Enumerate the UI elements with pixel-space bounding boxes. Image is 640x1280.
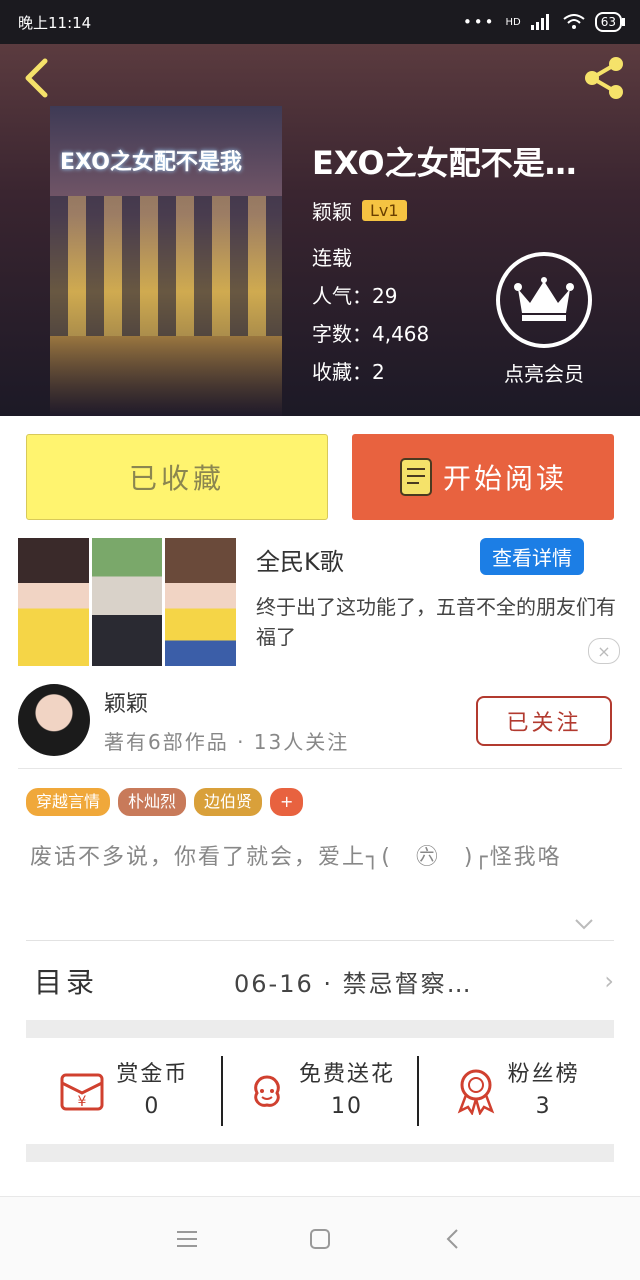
book-icon bbox=[399, 458, 432, 496]
collected-button[interactable]: 已收藏 bbox=[26, 434, 328, 520]
fan-ranking-text: 粉丝榜 3 bbox=[508, 1059, 580, 1123]
tag-list: 穿越言情 朴灿烈 边伯贤 + bbox=[26, 788, 304, 816]
share-button[interactable] bbox=[580, 54, 628, 102]
expand-intro-button[interactable] bbox=[572, 912, 596, 936]
nav-menu-button[interactable] bbox=[167, 1219, 207, 1259]
vip-button[interactable]: 点亮会员 bbox=[492, 252, 596, 387]
word-count: 字数：4,468 bbox=[312, 322, 430, 346]
popularity-count: 人气：29 bbox=[312, 284, 398, 308]
free-flower-button[interactable]: 免费送花 10 bbox=[220, 1056, 418, 1126]
svg-text:¥: ¥ bbox=[78, 1094, 87, 1110]
system-nav-bar bbox=[0, 1196, 640, 1280]
back-arrow-icon bbox=[446, 1228, 459, 1249]
ad-banner[interactable]: 全民K歌 查看详情 终于出了这功能了，五音不全的朋友们有福了 × bbox=[0, 534, 640, 674]
network-label: HD bbox=[505, 16, 521, 28]
favorites-count: 收藏：2 bbox=[312, 360, 385, 384]
table-of-contents-row[interactable]: 目录 06-16 · 禁忌督察… › bbox=[26, 942, 614, 1020]
reward-coins-value: 0 bbox=[144, 1094, 161, 1119]
collected-label: 已收藏 bbox=[128, 462, 225, 495]
latest-chapter: 06-16 · 禁忌督察… bbox=[234, 969, 473, 998]
author-card-stats: 著有6部作品 · 13人关注 bbox=[104, 730, 350, 754]
author-card-name: 颖颖 bbox=[104, 692, 149, 717]
ad-close-button[interactable]: × bbox=[588, 638, 620, 664]
ad-detail-button[interactable]: 查看详情 bbox=[480, 538, 584, 575]
avatar[interactable] bbox=[18, 684, 90, 756]
coin-envelope-icon: ¥ bbox=[60, 1073, 104, 1111]
author-name[interactable]: 颖颖 bbox=[312, 196, 352, 225]
divider bbox=[18, 768, 622, 769]
ad-thumbnail bbox=[165, 538, 237, 666]
ad-thumbnails bbox=[18, 538, 237, 666]
toc-label: 目录 bbox=[34, 966, 99, 999]
chevron-down-icon bbox=[575, 919, 593, 930]
medal-icon bbox=[457, 1069, 494, 1115]
reward-coins-text: 赏金币 0 bbox=[116, 1059, 188, 1123]
tag-chip[interactable]: 边伯贤 bbox=[194, 788, 263, 816]
back-button[interactable] bbox=[18, 58, 54, 98]
tag-chip[interactable]: 朴灿烈 bbox=[118, 788, 187, 816]
start-reading-button[interactable]: 开始阅读 bbox=[352, 434, 614, 520]
status-icons: ••• HD 63 bbox=[462, 12, 626, 32]
battery-icon: 63 bbox=[594, 12, 626, 32]
status-time: 晚上11:14 bbox=[18, 13, 92, 32]
chevron-left-icon bbox=[25, 58, 48, 98]
wifi-icon bbox=[563, 14, 585, 29]
vip-label: 点亮会员 bbox=[504, 362, 584, 386]
add-tag-button[interactable]: + bbox=[270, 788, 304, 816]
chevron-right-icon: › bbox=[604, 967, 614, 995]
reward-coins-label: 赏金币 bbox=[116, 1062, 189, 1087]
free-flower-label: 免费送花 bbox=[299, 1062, 396, 1087]
more-dots-icon: ••• bbox=[462, 13, 496, 31]
action-bar: 已收藏 开始阅读 bbox=[0, 416, 640, 522]
status-bar: 晚上11:14 ••• HD 63 bbox=[0, 0, 640, 44]
start-reading-label: 开始阅读 bbox=[442, 462, 567, 495]
author-line: 颖颖 Lv1 bbox=[312, 196, 407, 225]
level-badge: Lv1 bbox=[362, 200, 407, 221]
cover-title: EXO之女配不是我 bbox=[60, 150, 242, 175]
ad-description: 终于出了这功能了，五音不全的朋友们有福了 bbox=[256, 595, 616, 649]
cover-reflection bbox=[50, 336, 282, 416]
nav-back-button[interactable] bbox=[433, 1219, 473, 1259]
book-title: EXO之女配不是… bbox=[312, 144, 577, 182]
reward-coins-button[interactable]: ¥ 赏金币 0 bbox=[26, 1056, 221, 1126]
interaction-stats: ¥ 赏金币 0 免费送花 10 粉丝榜 3 bbox=[26, 1038, 614, 1144]
nav-home-button[interactable] bbox=[300, 1219, 340, 1259]
free-flower-value: 10 bbox=[331, 1094, 363, 1119]
share-icon bbox=[585, 57, 623, 99]
home-square-icon bbox=[309, 1228, 330, 1249]
fan-ranking-value: 3 bbox=[535, 1094, 552, 1119]
menu-icon bbox=[176, 1230, 197, 1247]
vip-circle bbox=[496, 252, 592, 348]
serial-status: 连载 bbox=[312, 246, 352, 270]
book-intro: 废话不多说，你看了就会，爱上┐( ㊅ )┌怪我咯 bbox=[30, 845, 562, 870]
ad-title: 全民K歌 bbox=[256, 548, 344, 576]
book-cover[interactable]: EXO之女配不是我 bbox=[50, 106, 282, 416]
flower-icon bbox=[254, 1075, 280, 1107]
divider bbox=[26, 940, 614, 941]
fan-ranking-button[interactable]: 粉丝榜 3 bbox=[417, 1056, 614, 1126]
author-card[interactable]: 颖颖 著有6部作品 · 13人关注 已关注 bbox=[0, 680, 640, 770]
section-gap bbox=[26, 1144, 614, 1162]
follow-button[interactable]: 已关注 bbox=[476, 696, 612, 746]
fan-ranking-label: 粉丝榜 bbox=[507, 1062, 580, 1087]
section-gap bbox=[26, 1020, 614, 1038]
crown-icon bbox=[514, 277, 574, 321]
signal-icon bbox=[530, 14, 549, 30]
cover-image bbox=[50, 196, 282, 336]
close-icon: × bbox=[597, 641, 611, 661]
book-header: EXO之女配不是我 EXO之女配不是… 颖颖 Lv1 连载 人气：29 字数：4… bbox=[0, 44, 640, 416]
ad-thumbnail bbox=[91, 538, 163, 666]
ad-thumbnail bbox=[18, 538, 89, 666]
tag-chip[interactable]: 穿越言情 bbox=[26, 788, 111, 816]
free-flower-text: 免费送花 10 bbox=[299, 1059, 395, 1123]
